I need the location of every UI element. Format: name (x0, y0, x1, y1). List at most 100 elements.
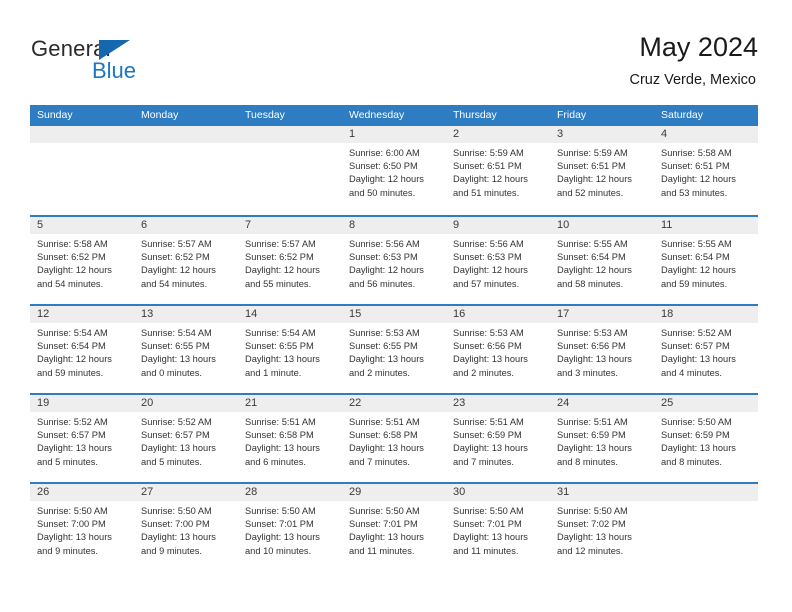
day-number-band (30, 126, 134, 143)
calendar-page: General Blue May 2024 Cruz Verde, Mexico… (0, 0, 792, 612)
calendar-day-cell[interactable]: 17 Sunrise: 5:53 AM Sunset: 6:56 PM Dayligh… (550, 306, 654, 393)
day-sun-info: Sunrise: 5:52 AM Sunset: 6:57 PM Daylight:… (654, 323, 758, 380)
sunrise-time: Sunrise: 5:51 AM (245, 417, 316, 427)
calendar-day-cell[interactable]: 31 Sunrise: 5:50 AM Sunset: 7:02 PM Dayligh… (550, 484, 654, 571)
day-sun-info: Sunrise: 5:53 AM Sunset: 6:56 PM Daylight:… (550, 323, 654, 380)
sunrise-time: Sunrise: 5:58 AM (37, 239, 108, 249)
day-number: 2 (453, 128, 460, 140)
day-number-band (134, 217, 238, 234)
calendar-day-cell[interactable]: 28 Sunrise: 5:50 AM Sunset: 7:01 PM Dayligh… (238, 484, 342, 571)
daylight-duration-line2: and 1 minute. (245, 367, 302, 378)
sunset-time: Sunset: 6:55 PM (245, 341, 314, 352)
sunset-time: Sunset: 7:01 PM (245, 519, 314, 530)
sunrise-time: Sunrise: 5:53 AM (557, 328, 628, 338)
sunset-time: Sunset: 7:01 PM (453, 519, 522, 530)
sunrise-time: Sunrise: 5:51 AM (557, 417, 628, 427)
calendar-day-cell[interactable]: 26 Sunrise: 5:50 AM Sunset: 7:00 PM Dayligh… (30, 484, 134, 571)
sunset-time: Sunset: 6:51 PM (661, 161, 730, 172)
sunrise-time: Sunrise: 5:58 AM (661, 148, 732, 158)
calendar-day-cell[interactable]: 1 Sunrise: 6:00 AM Sunset: 6:50 PM Daylight… (342, 126, 446, 213)
day-sun-info: Sunrise: 5:50 AM Sunset: 7:01 PM Daylight:… (446, 501, 550, 558)
day-number: 30 (453, 486, 466, 498)
daylight-duration-line1: Daylight: 12 hours (245, 265, 320, 276)
calendar-day-cell[interactable]: 18 Sunrise: 5:52 AM Sunset: 6:57 PM Dayligh… (654, 306, 758, 393)
sunrise-time: Sunrise: 5:57 AM (245, 239, 316, 249)
sunset-time: Sunset: 6:57 PM (37, 430, 106, 441)
day-sun-info: Sunrise: 5:50 AM Sunset: 7:00 PM Daylight:… (134, 501, 238, 558)
daylight-duration-line1: Daylight: 12 hours (557, 265, 632, 276)
calendar-day-cell[interactable]: 7 Sunrise: 5:57 AM Sunset: 6:52 PM Daylight… (238, 217, 342, 304)
sunset-time: Sunset: 6:58 PM (245, 430, 314, 441)
calendar-day-cell[interactable]: 9 Sunrise: 5:56 AM Sunset: 6:53 PM Daylight… (446, 217, 550, 304)
calendar-day-cell[interactable]: 6 Sunrise: 5:57 AM Sunset: 6:52 PM Daylight… (134, 217, 238, 304)
calendar-day-cell[interactable]: 20 Sunrise: 5:52 AM Sunset: 6:57 PM Dayligh… (134, 395, 238, 482)
daylight-duration-line1: Daylight: 13 hours (557, 443, 632, 454)
calendar-day-cell[interactable]: 23 Sunrise: 5:51 AM Sunset: 6:59 PM Dayligh… (446, 395, 550, 482)
calendar-day-cell[interactable]: 25 Sunrise: 5:50 AM Sunset: 6:59 PM Dayligh… (654, 395, 758, 482)
day-number: 21 (245, 397, 258, 409)
daylight-duration-line2: and 53 minutes. (661, 187, 728, 198)
calendar-day-cell-empty (238, 126, 342, 213)
sunset-time: Sunset: 6:51 PM (557, 161, 626, 172)
weekday-header-saturday: Saturday (661, 109, 704, 121)
triangle-icon (99, 40, 130, 60)
daylight-duration-line2: and 52 minutes. (557, 187, 624, 198)
daylight-duration-line1: Daylight: 12 hours (141, 265, 216, 276)
day-number: 26 (37, 486, 50, 498)
calendar-day-cell[interactable]: 30 Sunrise: 5:50 AM Sunset: 7:01 PM Dayligh… (446, 484, 550, 571)
calendar-day-cell[interactable]: 11 Sunrise: 5:55 AM Sunset: 6:54 PM Dayligh… (654, 217, 758, 304)
day-number-band (134, 126, 238, 143)
day-number: 9 (453, 219, 460, 231)
sunrise-time: Sunrise: 5:50 AM (245, 506, 316, 516)
day-sun-info: Sunrise: 5:52 AM Sunset: 6:57 PM Daylight:… (134, 412, 238, 469)
sunrise-time: Sunrise: 5:50 AM (661, 417, 732, 427)
calendar-day-cell[interactable]: 12 Sunrise: 5:54 AM Sunset: 6:54 PM Dayligh… (30, 306, 134, 393)
day-sun-info: Sunrise: 5:58 AM Sunset: 6:51 PM Daylight:… (654, 143, 758, 200)
calendar-day-cell[interactable]: 14 Sunrise: 5:54 AM Sunset: 6:55 PM Dayligh… (238, 306, 342, 393)
sunset-time: Sunset: 6:58 PM (349, 430, 418, 441)
day-sun-info: Sunrise: 5:52 AM Sunset: 6:57 PM Daylight:… (30, 412, 134, 469)
calendar-week-row: 12 Sunrise: 5:54 AM Sunset: 6:54 PM Dayligh… (30, 304, 758, 393)
calendar-day-cell[interactable]: 8 Sunrise: 5:56 AM Sunset: 6:53 PM Daylight… (342, 217, 446, 304)
sunrise-time: Sunrise: 5:59 AM (453, 148, 524, 158)
calendar-day-cell[interactable]: 29 Sunrise: 5:50 AM Sunset: 7:01 PM Dayligh… (342, 484, 446, 571)
sunrise-time: Sunrise: 5:54 AM (141, 328, 212, 338)
day-number: 24 (557, 397, 570, 409)
calendar-day-cell[interactable]: 5 Sunrise: 5:58 AM Sunset: 6:52 PM Daylight… (30, 217, 134, 304)
day-number: 18 (661, 308, 674, 320)
daylight-duration-line1: Daylight: 12 hours (557, 174, 632, 185)
calendar-day-cell-empty (654, 484, 758, 571)
day-sun-info: Sunrise: 5:50 AM Sunset: 7:01 PM Daylight:… (238, 501, 342, 558)
day-number: 28 (245, 486, 258, 498)
calendar-day-cell[interactable]: 19 Sunrise: 5:52 AM Sunset: 6:57 PM Dayligh… (30, 395, 134, 482)
daylight-duration-line1: Daylight: 13 hours (141, 354, 216, 365)
sunrise-time: Sunrise: 5:52 AM (141, 417, 212, 427)
daylight-duration-line2: and 5 minutes. (37, 456, 98, 467)
daylight-duration-line2: and 57 minutes. (453, 278, 520, 289)
day-sun-info: Sunrise: 5:53 AM Sunset: 6:55 PM Daylight:… (342, 323, 446, 380)
day-number-band (238, 126, 342, 143)
calendar-day-cell[interactable]: 13 Sunrise: 5:54 AM Sunset: 6:55 PM Dayligh… (134, 306, 238, 393)
calendar-day-cell[interactable]: 22 Sunrise: 5:51 AM Sunset: 6:58 PM Dayligh… (342, 395, 446, 482)
calendar-day-cell[interactable]: 16 Sunrise: 5:53 AM Sunset: 6:56 PM Dayligh… (446, 306, 550, 393)
calendar-day-cell[interactable]: 27 Sunrise: 5:50 AM Sunset: 7:00 PM Dayligh… (134, 484, 238, 571)
day-sun-info: Sunrise: 6:00 AM Sunset: 6:50 PM Daylight:… (342, 143, 446, 200)
calendar-day-cell[interactable]: 4 Sunrise: 5:58 AM Sunset: 6:51 PM Daylight… (654, 126, 758, 213)
daylight-duration-line2: and 58 minutes. (557, 278, 624, 289)
calendar-day-cell[interactable]: 2 Sunrise: 5:59 AM Sunset: 6:51 PM Daylight… (446, 126, 550, 213)
day-number: 13 (141, 308, 154, 320)
calendar-day-cell[interactable]: 21 Sunrise: 5:51 AM Sunset: 6:58 PM Dayligh… (238, 395, 342, 482)
calendar-day-cell[interactable]: 10 Sunrise: 5:55 AM Sunset: 6:54 PM Dayligh… (550, 217, 654, 304)
day-number: 14 (245, 308, 258, 320)
day-number-band (654, 126, 758, 143)
calendar-week-row: 1 Sunrise: 6:00 AM Sunset: 6:50 PM Daylight… (30, 126, 758, 215)
calendar-day-cell[interactable]: 15 Sunrise: 5:53 AM Sunset: 6:55 PM Dayligh… (342, 306, 446, 393)
day-sun-info: Sunrise: 5:56 AM Sunset: 6:53 PM Daylight:… (446, 234, 550, 291)
general-blue-logo[interactable]: General Blue (31, 36, 231, 84)
weekday-header-row: Sunday Monday Tuesday Wednesday Thursday Frid… (30, 105, 758, 126)
calendar-day-cell[interactable]: 24 Sunrise: 5:51 AM Sunset: 6:59 PM Dayligh… (550, 395, 654, 482)
calendar-day-cell[interactable]: 3 Sunrise: 5:59 AM Sunset: 6:51 PM Daylight… (550, 126, 654, 213)
daylight-duration-line2: and 10 minutes. (245, 545, 312, 556)
day-sun-info: Sunrise: 5:50 AM Sunset: 6:59 PM Daylight:… (654, 412, 758, 469)
daylight-duration-line1: Daylight: 13 hours (37, 532, 112, 543)
